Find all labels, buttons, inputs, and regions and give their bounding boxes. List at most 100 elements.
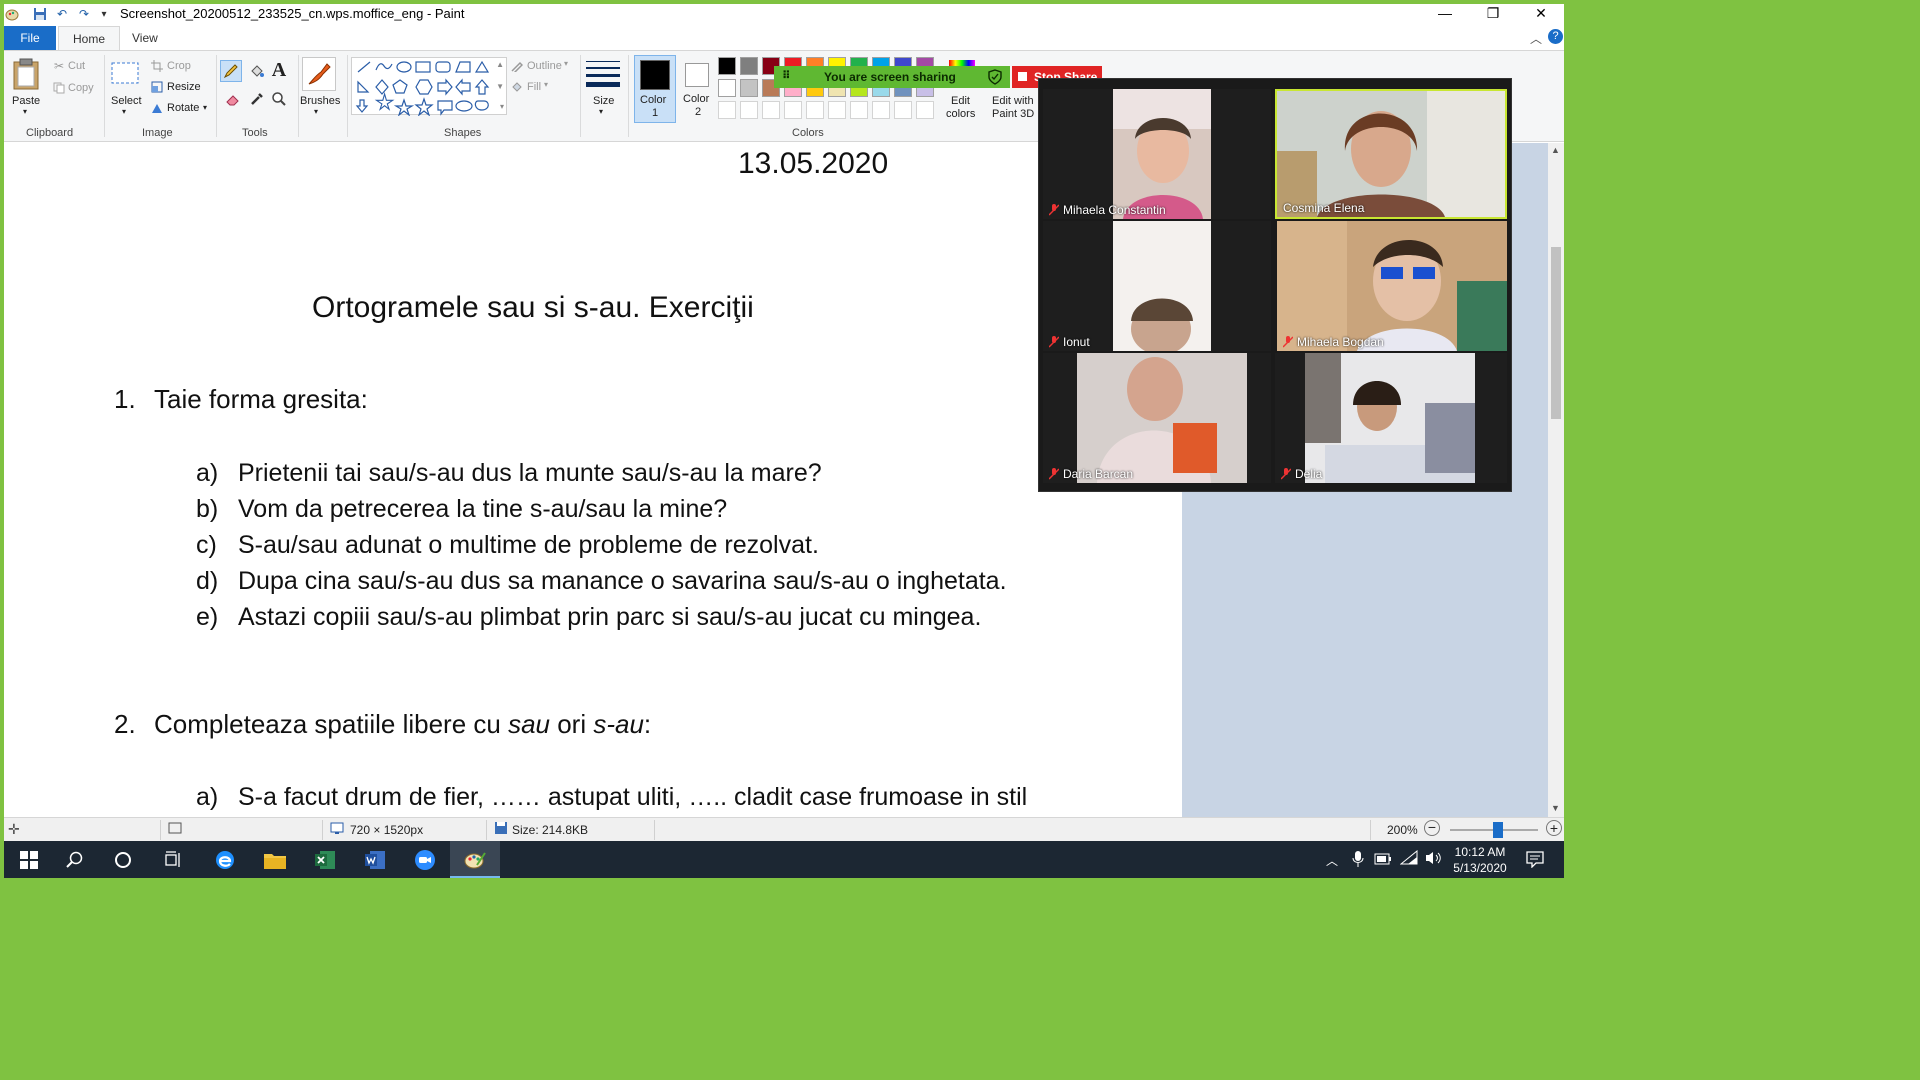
show-hidden-icons-icon[interactable]: ︿ xyxy=(1326,852,1338,869)
close-button[interactable]: ✕ xyxy=(1518,4,1564,24)
edit-paint3d-line2[interactable]: Paint 3D xyxy=(992,108,1034,120)
palette-empty-swatch[interactable] xyxy=(718,101,736,119)
color-picker-tool-icon[interactable] xyxy=(246,88,268,110)
paint-app-icon[interactable] xyxy=(4,6,20,22)
screen-sharing-banner[interactable]: ⠿ You are screen sharing xyxy=(774,66,1010,88)
rotate-button[interactable]: Rotate xyxy=(167,102,199,114)
palette-empty-swatch[interactable] xyxy=(784,101,802,119)
minimize-button[interactable]: — xyxy=(1422,4,1468,24)
eraser-tool-icon[interactable] xyxy=(222,88,244,110)
palette-empty-swatch[interactable] xyxy=(806,101,824,119)
scroll-up-icon[interactable]: ▲ xyxy=(1551,145,1560,155)
participant-tile-active-speaker[interactable]: Cosmina Elena xyxy=(1275,89,1507,219)
palette-color-swatch[interactable] xyxy=(718,79,736,97)
volume-icon[interactable] xyxy=(1424,850,1442,871)
zoom-out-button[interactable]: − xyxy=(1424,820,1440,836)
start-button[interactable] xyxy=(4,841,54,878)
text-tool-icon[interactable]: A xyxy=(268,59,290,81)
outline-dropdown-icon[interactable]: ▾ xyxy=(564,59,568,68)
selection-size-icon xyxy=(168,821,182,838)
select-icon[interactable] xyxy=(110,61,140,85)
size-button[interactable]: Size xyxy=(593,95,614,107)
word-icon[interactable] xyxy=(350,841,400,878)
pencil-tool-icon[interactable] xyxy=(220,60,242,82)
collapse-ribbon-icon[interactable]: ︿ xyxy=(1530,30,1542,47)
brushes-dropdown-icon[interactable]: ▾ xyxy=(314,107,318,116)
file-explorer-icon[interactable] xyxy=(250,841,300,878)
paste-dropdown-icon[interactable]: ▾ xyxy=(23,107,27,116)
palette-empty-swatch[interactable] xyxy=(894,101,912,119)
zoom-slider-thumb[interactable] xyxy=(1493,822,1503,838)
brushes-icon[interactable] xyxy=(302,57,336,91)
redo-icon[interactable]: ↷ xyxy=(76,6,92,22)
participant-tile[interactable]: Mihaela Constantin xyxy=(1043,89,1271,219)
size-icon[interactable] xyxy=(586,57,620,91)
edge-browser-icon[interactable] xyxy=(200,841,250,878)
fill-dropdown-icon[interactable]: ▾ xyxy=(544,80,548,89)
shapes-scroll-down-icon[interactable]: ▼ xyxy=(496,82,504,91)
zoom-app-icon[interactable] xyxy=(400,841,450,878)
palette-empty-swatch[interactable] xyxy=(850,101,868,119)
search-icon[interactable] xyxy=(50,841,100,878)
scroll-down-icon[interactable]: ▼ xyxy=(1551,803,1560,813)
color2-button[interactable]: Color 2 xyxy=(678,55,720,123)
shapes-scroll-up-icon[interactable]: ▲ xyxy=(496,60,504,69)
edit-colors-line2[interactable]: colors xyxy=(946,108,975,120)
color1-button[interactable]: Color 1 xyxy=(634,55,676,123)
palette-empty-swatch[interactable] xyxy=(828,101,846,119)
paste-icon[interactable] xyxy=(10,57,42,91)
undo-icon[interactable]: ↶ xyxy=(54,6,70,22)
crop-button[interactable]: Crop xyxy=(167,60,191,72)
outline-button[interactable]: Outline xyxy=(527,60,562,72)
tab-home[interactable]: Home xyxy=(58,26,121,51)
palette-empty-swatch[interactable] xyxy=(762,101,780,119)
brushes-button[interactable]: Brushes xyxy=(300,95,340,107)
cortana-icon[interactable] xyxy=(98,841,148,878)
tab-view[interactable]: View xyxy=(118,26,172,50)
rotate-dropdown-icon[interactable]: ▾ xyxy=(203,103,207,112)
save-icon[interactable] xyxy=(32,6,48,22)
edit-paint3d-line1[interactable]: Edit with xyxy=(992,95,1034,107)
participant-tile[interactable]: Mihaela Bogdan xyxy=(1277,221,1507,351)
scrollbar-thumb[interactable] xyxy=(1551,247,1561,419)
customize-toolbar-icon[interactable]: ▾ xyxy=(96,6,112,22)
participant-tile[interactable]: Delia xyxy=(1275,353,1507,483)
help-icon[interactable]: ? xyxy=(1548,29,1563,44)
select-button[interactable]: Select xyxy=(111,95,142,107)
notifications-icon[interactable] xyxy=(1526,850,1544,873)
excel-icon[interactable] xyxy=(300,841,350,878)
palette-empty-swatch[interactable] xyxy=(740,101,758,119)
tab-file[interactable]: File xyxy=(4,26,56,50)
size-dropdown-icon[interactable]: ▾ xyxy=(599,107,603,116)
taskbar-clock[interactable]: 10:12 AM 5/13/2020 xyxy=(1444,844,1516,876)
vertical-scrollbar[interactable]: ▲ ▼ xyxy=(1548,143,1564,817)
resize-button[interactable]: Resize xyxy=(167,81,201,93)
q1-item-text: Astazi copiii sau/s-au plimbat prin parc… xyxy=(238,603,982,631)
zoom-in-button[interactable]: + xyxy=(1546,820,1562,836)
restore-button[interactable]: ❐ xyxy=(1470,4,1516,24)
fill-button[interactable]: Fill xyxy=(527,81,541,93)
participant-tile[interactable]: Daria Barcan xyxy=(1043,353,1271,483)
magnifier-tool-icon[interactable] xyxy=(268,88,290,110)
palette-empty-swatch[interactable] xyxy=(916,101,934,119)
fill-tool-icon[interactable] xyxy=(246,60,268,82)
paint-taskbar-icon[interactable] xyxy=(450,841,500,878)
cut-button[interactable]: Cut xyxy=(68,60,85,72)
participant-tile[interactable]: Ionut xyxy=(1043,221,1271,351)
shapes-gallery[interactable]: ▲ ▼ ▾ xyxy=(351,57,507,116)
task-view-icon[interactable] xyxy=(148,841,198,878)
select-dropdown-icon[interactable]: ▾ xyxy=(122,107,126,116)
palette-color-swatch[interactable] xyxy=(740,57,758,75)
shapes-expand-icon[interactable]: ▾ xyxy=(500,102,504,111)
edit-colors-line1[interactable]: Edit xyxy=(951,95,970,107)
palette-color-swatch[interactable] xyxy=(740,79,758,97)
palette-empty-swatch[interactable] xyxy=(872,101,890,119)
participant-video xyxy=(1305,353,1475,483)
wifi-icon[interactable] xyxy=(1399,849,1418,871)
paste-button[interactable]: Paste xyxy=(12,95,40,107)
palette-color-swatch[interactable] xyxy=(718,57,736,75)
copy-button[interactable]: Copy xyxy=(68,82,94,94)
microphone-icon[interactable] xyxy=(1352,850,1364,873)
canvas-image[interactable]: 13.05.2020 Ortogramele sau si s-au. Exer… xyxy=(4,143,1182,817)
battery-icon[interactable] xyxy=(1374,852,1392,870)
